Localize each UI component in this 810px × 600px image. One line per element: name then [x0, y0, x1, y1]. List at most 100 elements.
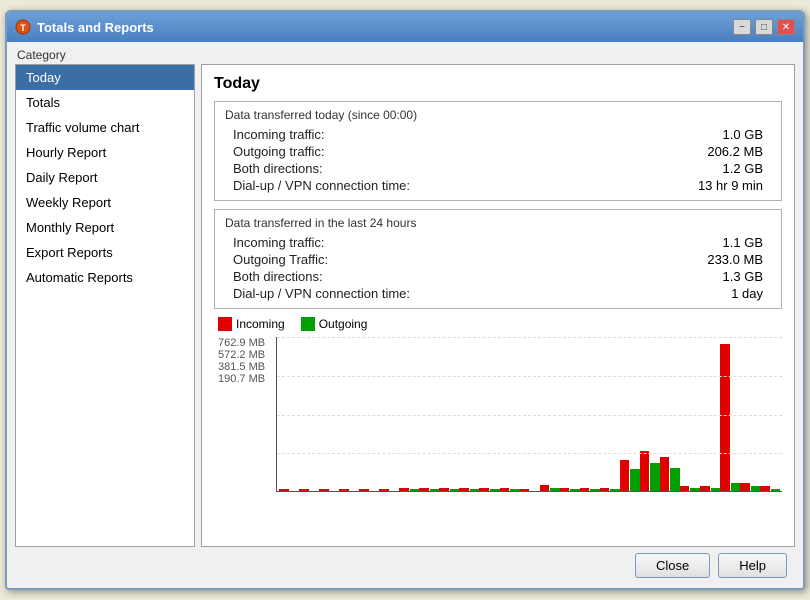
sidebar-item-traffic-volume-chart[interactable]: Traffic volume chart	[16, 115, 194, 140]
bar-group	[399, 488, 419, 491]
bar-outgoing	[610, 489, 620, 491]
sidebar-item-daily-report[interactable]: Daily Report	[16, 165, 194, 190]
bar-incoming	[620, 460, 630, 491]
section-24h: Data transferred in the last 24 hours In…	[214, 209, 782, 309]
window-body: Category TodayTotalsTraffic volume chart…	[7, 42, 803, 588]
bar-outgoing	[690, 488, 700, 491]
bar-outgoing	[550, 488, 560, 491]
grid-line	[277, 337, 782, 338]
outgoing-color-box	[301, 317, 315, 331]
row-label: Incoming traffic:	[233, 235, 325, 250]
data-row: Dial-up / VPN connection time:1 day	[225, 285, 771, 302]
bar-group	[640, 451, 660, 491]
sidebar-item-weekly-report[interactable]: Weekly Report	[16, 190, 194, 215]
incoming-label: Incoming	[236, 317, 285, 331]
row-label: Both directions:	[233, 269, 323, 284]
bar-incoming	[500, 488, 510, 491]
chart-wrapper: 762.9 MB572.2 MB381.5 MB190.7 MB 1314151…	[276, 337, 782, 348]
row-value: 1 day	[731, 286, 763, 301]
minimize-button[interactable]: −	[733, 19, 751, 35]
data-row: Incoming traffic:1.0 GB	[225, 126, 771, 143]
sidebar: TodayTotalsTraffic volume chartHourly Re…	[15, 64, 195, 547]
bar-outgoing	[590, 489, 600, 491]
sidebar-item-monthly-report[interactable]: Monthly Report	[16, 215, 194, 240]
bar-incoming	[419, 488, 429, 491]
y-axis-label: 381.5 MB	[218, 361, 265, 373]
row-value: 1.2 GB	[723, 161, 763, 176]
bar-incoming	[600, 488, 610, 491]
bar-outgoing	[570, 489, 580, 491]
bar-outgoing	[711, 488, 721, 491]
bar-group	[299, 489, 319, 491]
bar-group	[419, 488, 439, 491]
help-button[interactable]: Help	[718, 553, 787, 578]
bar-outgoing	[670, 468, 680, 491]
y-axis-label: 572.2 MB	[218, 349, 265, 361]
bar-group	[560, 488, 580, 491]
bar-group	[479, 488, 499, 491]
row-label: Both directions:	[233, 161, 323, 176]
bar-outgoing	[510, 489, 520, 491]
y-axis-label: 762.9 MB	[218, 337, 265, 349]
title-bar-left: T Totals and Reports	[15, 19, 154, 35]
close-button[interactable]: Close	[635, 553, 710, 578]
sidebar-item-export-reports[interactable]: Export Reports	[16, 240, 194, 265]
data-row: Incoming traffic: 1.1 GB	[225, 234, 771, 251]
bar-outgoing	[751, 486, 761, 491]
bar-incoming	[439, 488, 449, 491]
bar-group	[379, 489, 399, 491]
title-bar: T Totals and Reports − □ ✕	[7, 12, 803, 42]
row-label: Outgoing Traffic:	[233, 252, 328, 267]
outgoing-label: Outgoing	[319, 317, 368, 331]
bar-group	[700, 486, 720, 491]
section2-rows: Incoming traffic: 1.1 GB Outgoing Traffic:…	[225, 234, 771, 302]
row-value: 1.1 GB	[723, 235, 763, 250]
bar-incoming	[520, 489, 530, 491]
sidebar-item-today[interactable]: Today	[16, 65, 194, 90]
bar-incoming	[279, 489, 289, 491]
bar-group	[319, 489, 339, 491]
bottom-bar: Close Help	[15, 547, 795, 580]
bar-group	[439, 488, 459, 491]
grid-line	[277, 415, 782, 416]
content-area: TodayTotalsTraffic volume chartHourly Re…	[15, 64, 795, 547]
bar-incoming	[720, 344, 730, 491]
bar-group	[600, 488, 620, 491]
data-row: Both directions: 1.2 GB	[225, 160, 771, 177]
bar-incoming	[760, 486, 770, 491]
grid-lines	[277, 337, 782, 492]
bar-incoming	[399, 488, 409, 491]
bar-outgoing	[630, 469, 640, 491]
section-today: Data transferred today (since 00:00) Inc…	[214, 101, 782, 201]
bar-incoming	[299, 489, 309, 491]
bar-incoming	[660, 457, 670, 491]
bar-group	[459, 488, 479, 491]
chart-area: Incoming Outgoing 762.9 MB572.2 MB381.5 …	[214, 317, 782, 348]
bar-incoming	[540, 485, 550, 491]
maximize-button[interactable]: □	[755, 19, 773, 35]
bar-outgoing	[731, 483, 741, 491]
bar-group	[580, 488, 600, 491]
close-window-button[interactable]: ✕	[777, 19, 795, 35]
sidebar-item-totals[interactable]: Totals	[16, 90, 194, 115]
bar-incoming	[479, 488, 489, 491]
panel-title: Today	[214, 75, 782, 93]
section-24h-title: Data transferred in the last 24 hours	[225, 216, 771, 230]
row-label: Dial-up / VPN connection time:	[233, 178, 410, 193]
bar-outgoing	[470, 489, 480, 491]
sidebar-item-hourly-report[interactable]: Hourly Report	[16, 140, 194, 165]
window-title: Totals and Reports	[37, 20, 154, 35]
data-row: Outgoing traffic:206.2 MB	[225, 143, 771, 160]
y-axis-label: 190.7 MB	[218, 373, 265, 385]
bar-incoming	[640, 451, 650, 491]
sidebar-item-automatic-reports[interactable]: Automatic Reports	[16, 265, 194, 290]
row-value: 1.3 GB	[723, 269, 763, 284]
bar-incoming	[680, 486, 690, 491]
bar-group	[500, 488, 520, 491]
bar-outgoing	[650, 463, 660, 491]
chart-inner	[276, 337, 782, 492]
row-value: 13 hr 9 min	[698, 178, 763, 193]
bar-group	[279, 489, 299, 491]
bar-incoming	[359, 489, 369, 491]
bar-group	[540, 485, 560, 491]
